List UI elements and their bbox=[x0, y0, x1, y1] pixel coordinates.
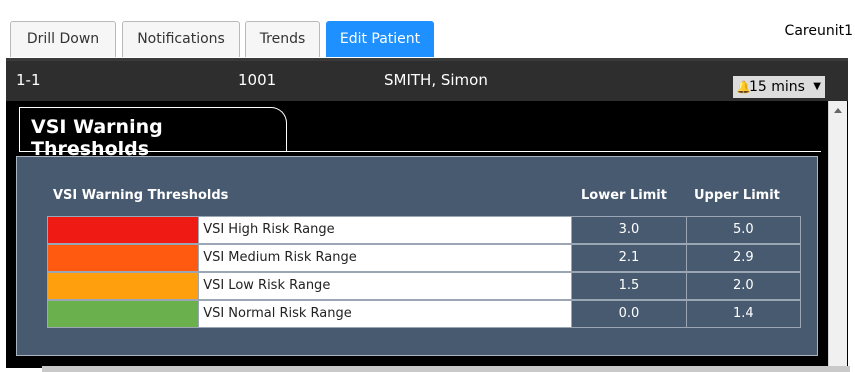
col-header-name: VSI Warning Thresholds bbox=[53, 188, 229, 203]
upper-limit-value[interactable]: 5.0 bbox=[685, 217, 800, 243]
upper-limit-value[interactable]: 2.9 bbox=[685, 245, 800, 271]
patient-header: 1-1 1001 SMITH, Simon 🔔 15 mins ▼ bbox=[6, 61, 848, 101]
scroll-up-icon[interactable] bbox=[834, 108, 842, 113]
row-label: VSI Low Risk Range bbox=[198, 273, 572, 299]
content-area: VSI Warning Thresholds VSI Warning Thres… bbox=[6, 101, 828, 368]
tab-bar: Drill Down Notifications Trends Edit Pat… bbox=[0, 0, 855, 58]
patient-name: SMITH, Simon bbox=[384, 71, 488, 89]
row-label: VSI Medium Risk Range bbox=[198, 245, 572, 271]
careunit-label: Careunit1 bbox=[784, 23, 853, 39]
lower-limit-value[interactable]: 0.0 bbox=[571, 301, 685, 327]
chevron-down-icon: ▼ bbox=[813, 81, 821, 92]
section-divider bbox=[19, 151, 821, 152]
alert-interval-value: 15 mins bbox=[749, 79, 805, 95]
lower-limit-value[interactable]: 3.0 bbox=[571, 217, 685, 243]
lower-limit-value[interactable]: 1.5 bbox=[571, 273, 685, 299]
tab-trends[interactable]: Trends bbox=[245, 21, 320, 57]
section-title: VSI Warning Thresholds bbox=[19, 107, 287, 160]
low-risk-swatch bbox=[48, 273, 199, 299]
window-shadow bbox=[42, 366, 850, 372]
upper-limit-value[interactable]: 1.4 bbox=[685, 301, 800, 327]
patient-bed: 1-1 bbox=[16, 71, 41, 89]
col-header-upper: Upper Limit bbox=[694, 188, 780, 203]
tab-notifications[interactable]: Notifications bbox=[122, 21, 240, 57]
high-risk-swatch bbox=[48, 217, 199, 243]
tab-edit-patient[interactable]: Edit Patient bbox=[326, 21, 434, 57]
row-label: VSI Normal Risk Range bbox=[198, 301, 572, 327]
upper-limit-value[interactable]: 2.0 bbox=[685, 273, 800, 299]
vertical-scrollbar[interactable] bbox=[828, 101, 847, 368]
table-row: VSI High Risk Range 3.0 5.0 bbox=[47, 216, 801, 244]
row-label: VSI High Risk Range bbox=[198, 217, 572, 243]
normal-risk-swatch bbox=[48, 301, 199, 327]
col-header-lower: Lower Limit bbox=[581, 188, 667, 203]
thresholds-panel: VSI Warning Thresholds Lower Limit Upper… bbox=[16, 156, 818, 356]
lower-limit-value[interactable]: 2.1 bbox=[571, 245, 685, 271]
table-row: VSI Normal Risk Range 0.0 1.4 bbox=[47, 300, 801, 328]
alert-interval-select[interactable]: 🔔 15 mins ▼ bbox=[733, 76, 825, 98]
table-row: VSI Low Risk Range 1.5 2.0 bbox=[47, 272, 801, 300]
table-row: VSI Medium Risk Range 2.1 2.9 bbox=[47, 244, 801, 272]
patient-id: 1001 bbox=[238, 71, 277, 89]
tab-drill-down[interactable]: Drill Down bbox=[10, 21, 116, 57]
medium-risk-swatch bbox=[48, 245, 199, 271]
patient-window: 1-1 1001 SMITH, Simon 🔔 15 mins ▼ VSI Wa… bbox=[6, 58, 848, 368]
